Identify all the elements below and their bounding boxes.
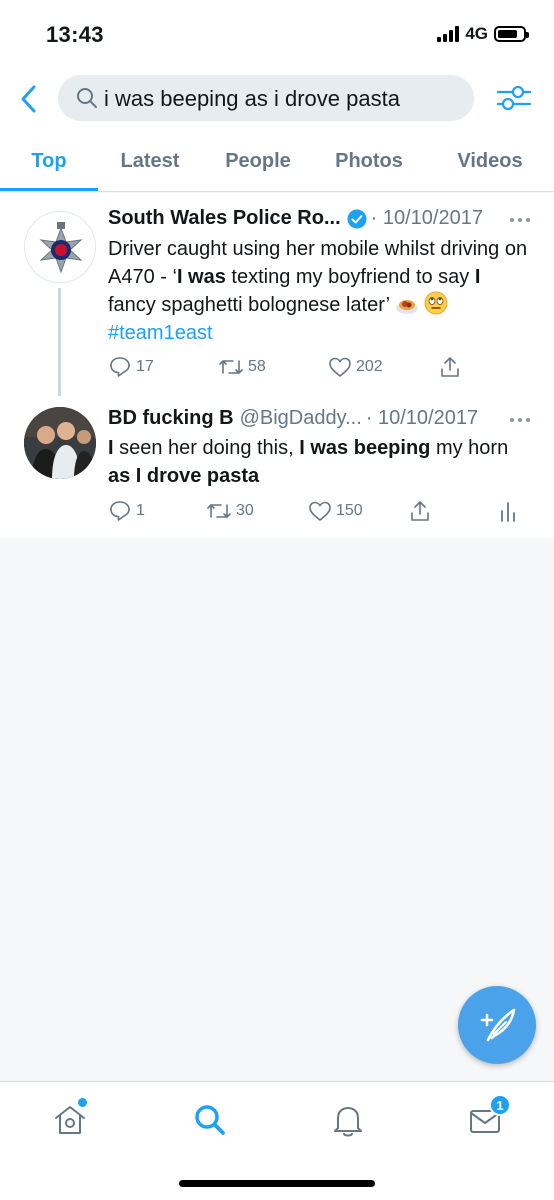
search-input[interactable]: i was beeping as i drove pasta bbox=[58, 75, 474, 121]
retweet-count: 58 bbox=[248, 358, 266, 375]
tab-videos[interactable]: Videos bbox=[440, 132, 540, 191]
tweet-feed: South Wales Police Ro... · 10/10/2017 Dr… bbox=[0, 193, 554, 538]
more-options-icon[interactable] bbox=[508, 415, 532, 425]
retweet-icon bbox=[207, 504, 231, 518]
tab-people[interactable]: People bbox=[208, 132, 308, 191]
tweet-actions: 1 30 150 bbox=[108, 499, 528, 527]
thread-line bbox=[58, 288, 61, 396]
status-bar: 13:43 4G bbox=[0, 0, 554, 70]
nav-home[interactable] bbox=[50, 1098, 90, 1140]
more-options-icon[interactable] bbox=[508, 215, 532, 225]
tweet-actions: 17 58 202 bbox=[108, 355, 528, 383]
nav-notifications[interactable] bbox=[328, 1100, 368, 1140]
reply-button[interactable]: 17 bbox=[108, 355, 154, 379]
tweet-1[interactable]: South Wales Police Ro... · 10/10/2017 Dr… bbox=[0, 193, 554, 396]
like-button[interactable]: 150 bbox=[308, 499, 363, 523]
share-icon bbox=[411, 501, 429, 521]
heart-icon bbox=[329, 357, 351, 377]
search-tabs: Top Latest People Photos Videos bbox=[0, 132, 554, 192]
tab-latest[interactable]: Latest bbox=[102, 132, 198, 191]
tweet-text: I seen her doing this, I was beeping my … bbox=[108, 437, 509, 487]
compose-feather-icon bbox=[480, 1008, 516, 1042]
tab-top[interactable]: Top bbox=[0, 132, 98, 191]
search-query: i was beeping as i drove pasta bbox=[104, 86, 400, 111]
tab-photos[interactable]: Photos bbox=[318, 132, 420, 191]
filter-settings-icon[interactable] bbox=[496, 82, 532, 114]
reply-icon bbox=[110, 501, 130, 521]
tweet-text: Driver caught using her mobile whilst dr… bbox=[108, 238, 528, 344]
like-count: 202 bbox=[356, 358, 383, 375]
author-name[interactable]: South Wales Police Ro... bbox=[108, 207, 341, 230]
eye-roll-emoji-icon bbox=[424, 291, 448, 315]
home-notification-dot bbox=[78, 1098, 87, 1107]
like-button[interactable]: 202 bbox=[328, 355, 383, 379]
active-tab-indicator bbox=[0, 188, 98, 191]
search-icon bbox=[195, 1105, 225, 1135]
tweet-2[interactable]: BD fucking B @BigDaddy... · 10/10/2017 I… bbox=[0, 393, 554, 538]
reply-count: 17 bbox=[136, 358, 154, 375]
analytics-icon bbox=[501, 502, 515, 522]
author-handle[interactable]: @BigDaddy... bbox=[240, 407, 362, 430]
like-count: 150 bbox=[336, 502, 363, 519]
compose-tweet-button[interactable] bbox=[458, 986, 536, 1064]
network-type: 4G bbox=[465, 24, 488, 43]
tweet-date: · 10/10/2017 bbox=[370, 207, 483, 229]
nav-messages[interactable]: 1 bbox=[466, 1094, 511, 1140]
retweet-icon bbox=[219, 360, 243, 374]
verified-badge-icon bbox=[347, 209, 367, 228]
analytics-button[interactable] bbox=[498, 499, 518, 523]
share-button[interactable] bbox=[438, 355, 462, 379]
reply-count: 1 bbox=[136, 502, 145, 519]
search-icon bbox=[77, 88, 97, 108]
share-button[interactable] bbox=[408, 499, 432, 523]
hashtag-link[interactable]: #team1east bbox=[108, 322, 213, 344]
tweet-header: BD fucking B @BigDaddy... · 10/10/2017 bbox=[108, 407, 478, 430]
home-indicator bbox=[179, 1180, 375, 1187]
police-logo-avatar[interactable] bbox=[24, 211, 96, 283]
tweet-date: · 10/10/2017 bbox=[365, 407, 479, 429]
heart-icon bbox=[309, 501, 331, 521]
reply-button[interactable]: 1 bbox=[108, 499, 145, 523]
reply-icon bbox=[110, 357, 130, 377]
status-indicators: 4G bbox=[437, 24, 529, 44]
search-header: i was beeping as i drove pasta bbox=[0, 70, 554, 132]
author-name[interactable]: BD fucking B bbox=[108, 407, 234, 430]
nav-search[interactable] bbox=[190, 1100, 230, 1140]
share-icon bbox=[441, 357, 459, 377]
user-avatar[interactable] bbox=[24, 407, 96, 479]
spaghetti-emoji-icon bbox=[395, 300, 418, 314]
back-arrow-icon[interactable] bbox=[16, 82, 44, 116]
bell-icon bbox=[334, 1107, 362, 1137]
messages-badge: 1 bbox=[489, 1094, 511, 1116]
retweet-button[interactable]: 58 bbox=[218, 355, 266, 379]
status-time: 13:43 bbox=[46, 22, 104, 47]
tweet-header: South Wales Police Ro... · 10/10/2017 bbox=[108, 207, 483, 230]
signal-icon bbox=[437, 26, 460, 42]
retweet-button[interactable]: 30 bbox=[206, 499, 254, 523]
battery-icon bbox=[494, 26, 529, 42]
retweet-count: 30 bbox=[236, 502, 254, 519]
